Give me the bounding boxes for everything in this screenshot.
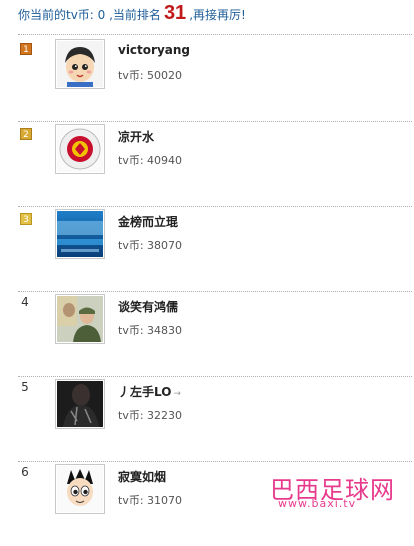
rank-number: 6 <box>21 465 29 479</box>
player-score: tv币: 31070 <box>118 494 183 507</box>
rank-number: 5 <box>21 380 29 394</box>
rank-badge: 3 <box>20 213 32 225</box>
player-score: tv币: 32230 <box>118 409 183 422</box>
arrow-icon: → <box>173 389 181 399</box>
current-rank: 31 <box>163 2 187 24</box>
leaderboard-row: 5 丿左手LO → tv币: 32230 <box>18 376 412 462</box>
leaderboard-row: 4 谈笑有鸿儒 tv币: 34830 <box>18 291 412 377</box>
player-score: tv币: 34830 <box>118 324 183 337</box>
player-name[interactable]: 金榜而立琨 <box>118 213 178 230</box>
player-score: tv币: 40940 <box>118 154 183 167</box>
rank-badge: 2 <box>20 128 32 140</box>
rank-status-line: 你当前的tv币: 0 ,当前排名 31 ,再接再厉! <box>18 2 246 28</box>
leaderboard-row: 3 金榜而立琨 tv币: 38070 <box>18 206 412 292</box>
player-name[interactable]: 谈笑有鸿儒 <box>118 298 178 315</box>
player-score: tv币: 50020 <box>118 69 183 82</box>
player-name[interactable]: 丿左手LO → <box>118 383 181 400</box>
dark-photo-avatar[interactable] <box>55 379 105 429</box>
leaderboard-row: 1 victoryang tv币: 50020 <box>18 36 412 122</box>
portrait-photo-avatar[interactable] <box>55 294 105 344</box>
rank-number: 4 <box>21 295 29 309</box>
player-name[interactable]: 寂寞如烟 <box>118 468 166 485</box>
astro-boy-avatar[interactable] <box>55 464 105 514</box>
club-crest-avatar[interactable] <box>55 124 105 174</box>
status-suffix: ,再接再厉! <box>189 8 246 22</box>
player-name[interactable]: 凉开水 <box>118 128 154 145</box>
leaderboard-row: 2 凉开水 tv币: 40940 <box>18 121 412 207</box>
player-name[interactable]: victoryang <box>118 43 190 57</box>
site-logo-avatar[interactable] <box>55 209 105 259</box>
status-prefix: 你当前的tv币: 0 ,当前排名 <box>18 8 161 22</box>
player-score: tv币: 38070 <box>118 239 183 252</box>
watermark-url: www.baxi.tv <box>278 497 357 510</box>
cartoon-boy-avatar[interactable] <box>55 39 105 89</box>
player-name-text: 丿左手LO <box>118 385 172 399</box>
rank-badge: 1 <box>20 43 32 55</box>
top-divider <box>18 34 412 35</box>
